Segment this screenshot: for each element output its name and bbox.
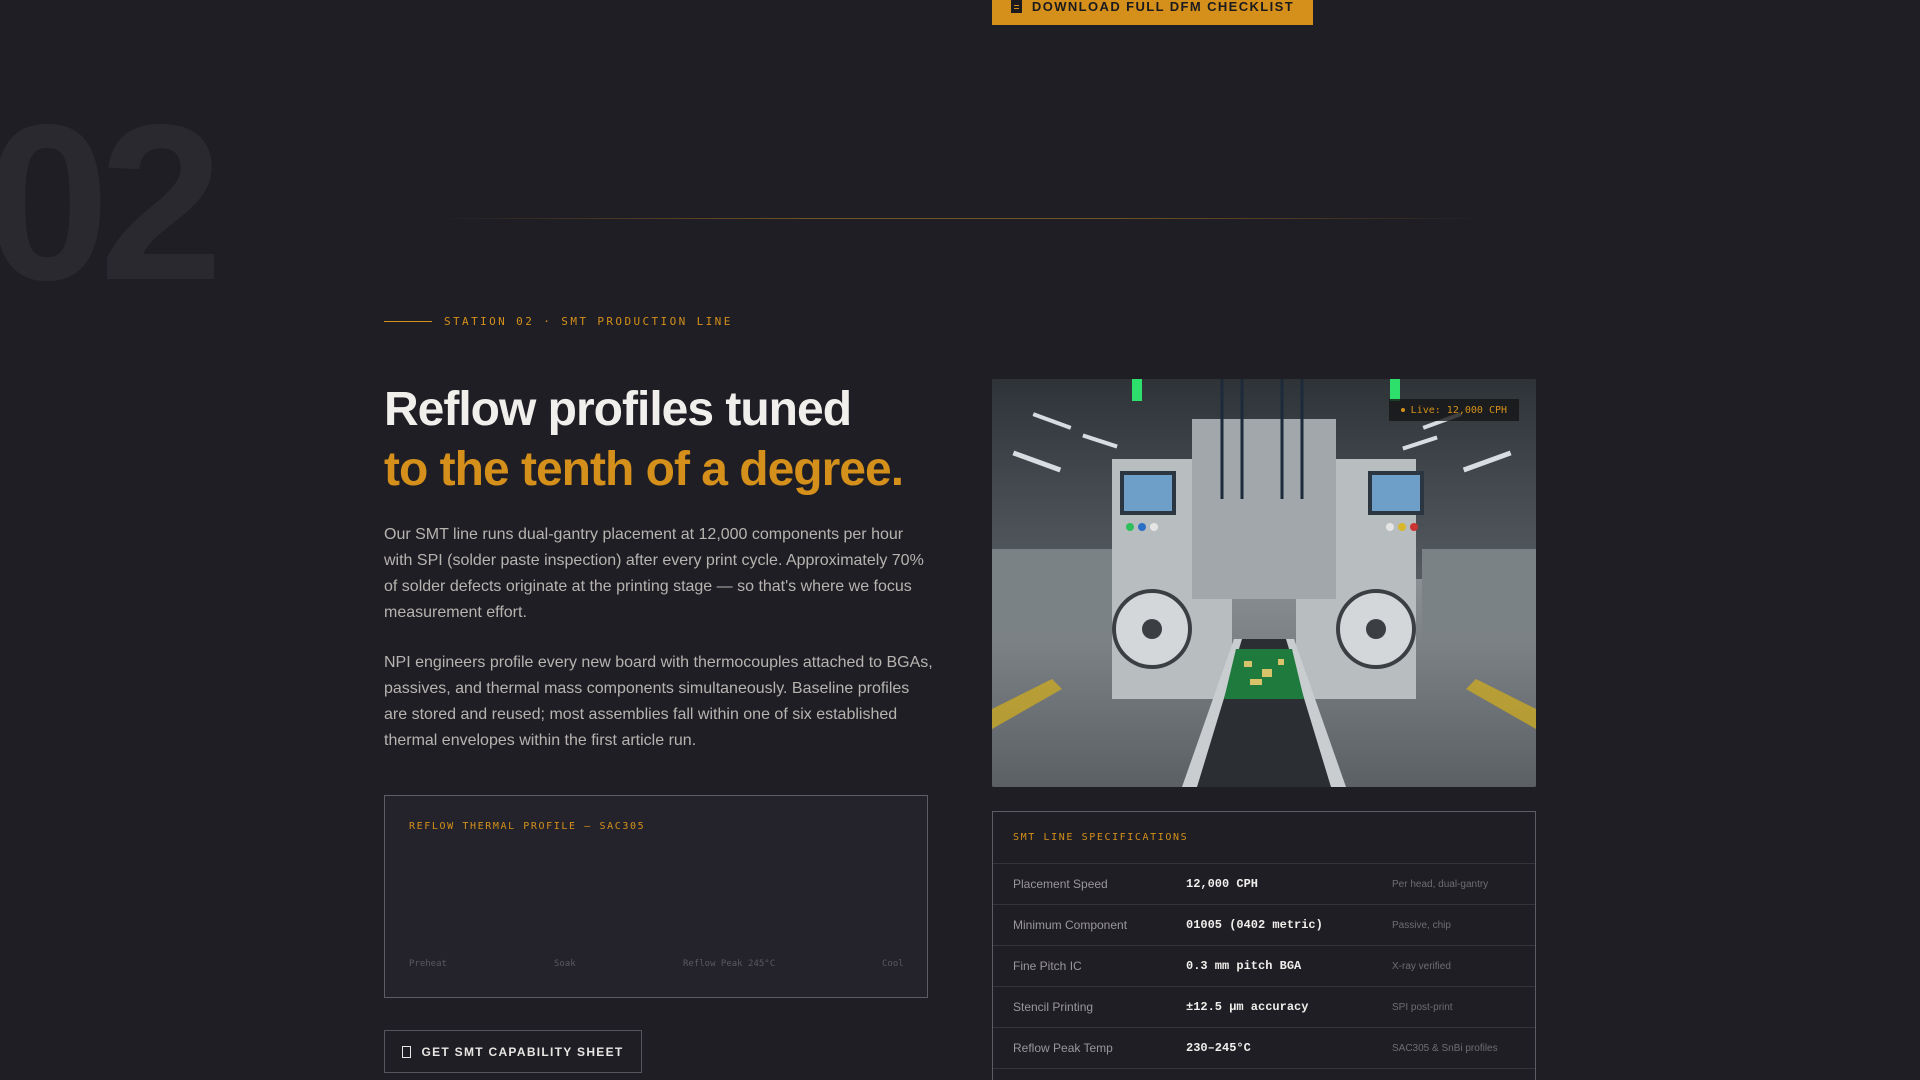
- spec-value: 12,000 CPH: [1186, 877, 1259, 891]
- specs-title: SMT LINE SPECIFICATIONS: [993, 812, 1535, 864]
- live-throughput-badge: Live: 12,000 CPH: [1388, 399, 1519, 421]
- smt-capability-sheet-button[interactable]: GET SMT CAPABILITY SHEET: [384, 1030, 642, 1073]
- reflow-profile-title: REFLOW THERMAL PROFILE — SAC305: [409, 821, 646, 832]
- headline-line-2: to the tenth of a degree.: [384, 443, 904, 496]
- station-eyebrow: STATION 02 · SMT PRODUCTION LINE: [384, 315, 733, 328]
- spec-label: Placement Speed: [1013, 877, 1108, 891]
- smt-line-photo: Live: 12,000 CPH: [992, 379, 1536, 787]
- section-divider: [430, 218, 1490, 219]
- download-dfm-checklist-label: DOWNLOAD FULL DFM CHECKLIST: [1031, 0, 1295, 14]
- smt-capability-sheet-label: GET SMT CAPABILITY SHEET: [421, 1044, 624, 1059]
- live-dot-icon: [1400, 408, 1405, 412]
- smt-machine-illustration: [992, 379, 1536, 787]
- spec-note: SAC305 & SnBi profiles: [1392, 1042, 1498, 1054]
- reflow-profile-card: REFLOW THERMAL PROFILE — SAC305 Preheat …: [384, 795, 928, 998]
- spec-value: 01005 (0402 metric): [1186, 918, 1323, 932]
- spec-note: Per head, dual-gantry: [1392, 878, 1489, 890]
- stage-label-soak: Soak: [554, 959, 576, 969]
- document-icon: [1010, 0, 1022, 13]
- station-number: 02: [0, 79, 223, 327]
- headline-line-1: Reflow profiles tuned: [384, 383, 852, 436]
- spec-row: Fine Pitch IC 0.3 mm pitch BGA X-ray ver…: [993, 946, 1535, 987]
- eyebrow-rule: [384, 321, 432, 322]
- spec-value: 230–245°C: [1186, 1041, 1251, 1055]
- spec-note: X-ray verified: [1392, 960, 1451, 972]
- spec-row: Stencil Printing ±12.5 µm accuracy SPI p…: [993, 987, 1535, 1028]
- document-icon: [402, 1045, 412, 1058]
- spec-row: Minimum Component 01005 (0402 metric) Pa…: [993, 905, 1535, 946]
- spec-label: Stencil Printing: [1013, 1000, 1094, 1014]
- stage-label-cool: Cool: [882, 959, 904, 969]
- stage-label-preheat: Preheat: [409, 959, 447, 969]
- npi-paragraph: NPI engineers profile every new board wi…: [384, 654, 933, 749]
- spec-row: Placement Speed 12,000 CPH Per head, dua…: [993, 864, 1535, 905]
- spec-label: Minimum Component: [1013, 918, 1128, 932]
- eyebrow-text: STATION 02 · SMT PRODUCTION LINE: [444, 315, 733, 328]
- spec-value: 0.3 mm pitch BGA: [1186, 959, 1302, 973]
- stage-label-reflow-peak: Reflow Peak 245°C: [683, 959, 776, 969]
- live-throughput-text: Live: 12,000 CPH: [1410, 404, 1507, 416]
- section-headline: Reflow profiles tuned to the tenth of a …: [384, 380, 904, 500]
- intro-paragraph: Our SMT line runs dual-gantry placement …: [384, 526, 924, 621]
- spec-note: SPI post-print: [1392, 1001, 1453, 1013]
- page: DOWNLOAD FULL DFM CHECKLIST 02 STATION 0…: [0, 0, 1920, 1080]
- spec-value: ±12.5 µm accuracy: [1186, 1000, 1309, 1014]
- download-dfm-checklist-button[interactable]: DOWNLOAD FULL DFM CHECKLIST: [992, 0, 1313, 25]
- spec-label: Reflow Peak Temp: [1013, 1041, 1113, 1055]
- spec-row: Reflow Peak Temp 230–245°C SAC305 & SnBi…: [993, 1028, 1535, 1069]
- spec-note: Passive, chip: [1392, 919, 1451, 931]
- spec-label: Fine Pitch IC: [1013, 959, 1082, 973]
- smt-specs-table: SMT LINE SPECIFICATIONS Placement Speed …: [992, 811, 1536, 1080]
